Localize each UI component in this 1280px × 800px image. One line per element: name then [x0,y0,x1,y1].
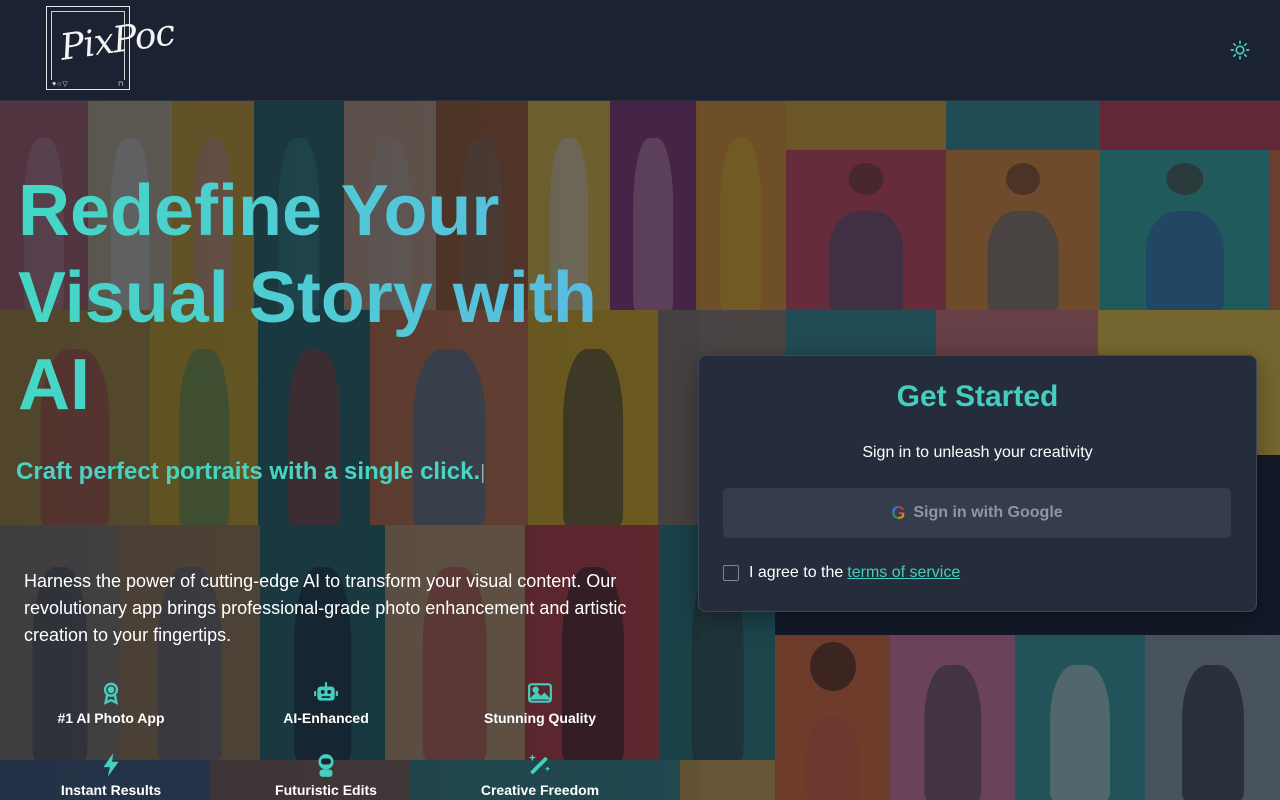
get-started-card: Get Started Sign in to unleash your crea… [698,355,1257,612]
typing-cursor: | [480,462,486,484]
agree-label: I agree to the [749,564,844,581]
google-sign-in-button[interactable]: G Sign in with Google [723,488,1231,538]
terms-of-service-link[interactable]: terms of service [847,564,960,582]
terms-agreement-row: I agree to the terms of service [723,564,960,582]
magic-wand-icon [528,754,551,775]
logo-bookmark-icon: ⊓ [118,81,124,88]
hero-description: Harness the power of cutting-edge AI to … [24,571,627,645]
hero-subtitle: Craft perfect portraits with a single cl… [16,458,486,485]
top-bar: PixPoc ♥○▽ ⊓ [0,0,1280,101]
feature-item: Creative Freedom [440,752,640,798]
feature-item: #1 AI Photo App [11,680,211,726]
logo-heart-icons: ♥○▽ [52,81,69,88]
terms-checkbox[interactable] [723,565,739,581]
robot-icon [314,682,338,701]
feature-list: #1 AI Photo App AI-Enhanced Stunning Qua… [0,676,660,800]
hero-title: Redefine Your Visual Story with AI [18,168,658,429]
feature-item: Stunning Quality [440,680,640,726]
card-subtitle: Sign in to unleash your creativity [862,444,1093,461]
feature-item: Instant Results [11,752,211,798]
image-icon [528,683,552,703]
lightning-icon [103,753,119,777]
google-icon: G [891,502,906,523]
theme-toggle-button[interactable] [1228,38,1252,62]
feature-item: AI-Enhanced [226,680,426,726]
google-sign-in-label: Sign in with Google [913,504,1063,521]
pixpoc-logo[interactable]: PixPoc ♥○▽ ⊓ [46,6,177,90]
feature-item: Futuristic Edits [226,752,426,798]
card-title: Get Started [896,380,1059,413]
sun-icon [1230,40,1250,60]
award-icon [103,682,119,705]
astronaut-icon [318,754,334,777]
